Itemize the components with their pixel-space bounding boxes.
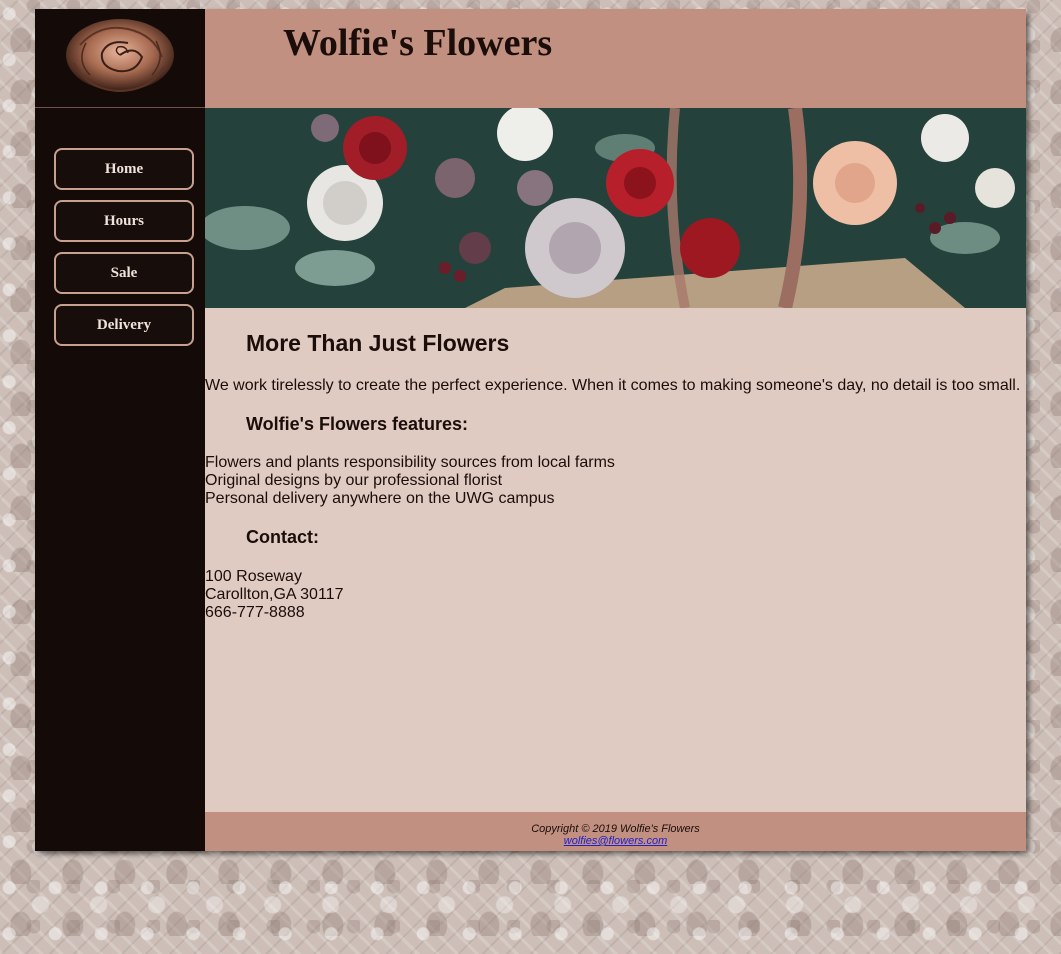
address-line: 100 Roseway (205, 568, 302, 585)
site-title: Wolfie's Flowers (283, 22, 553, 64)
side-nav: Home Hours Sale Delivery (35, 108, 205, 851)
nav-delivery-button[interactable]: Delivery (54, 304, 194, 346)
list-item: Personal delivery anywhere on the UWG ca… (205, 490, 555, 507)
features-heading: Wolfie's Flowers features: (246, 414, 469, 434)
email-link[interactable]: wolfies@flowers.com (205, 835, 1026, 847)
logo (35, 9, 205, 108)
page-wrapper: Wolfie's Flowers Home Hours Sale Deliver… (35, 9, 1026, 851)
rose-icon (66, 19, 174, 93)
phone-number: 666-777-8888 (205, 604, 305, 621)
site-header: Wolfie's Flowers (205, 9, 1026, 108)
site-footer: Copyright © 2019 Wolfie's Flowers wolfie… (205, 812, 1026, 851)
contact-heading: Contact: (246, 527, 319, 547)
main-heading: More Than Just Flowers (246, 330, 510, 356)
hero-banner (205, 108, 1026, 308)
copyright-text: Copyright © 2019 Wolfie's Flowers (531, 823, 700, 835)
intro-text: We work tirelessly to create the perfect… (205, 377, 1021, 394)
features-list: Flowers and plants responsibility source… (205, 454, 615, 508)
list-item: Flowers and plants responsibility source… (205, 454, 615, 471)
flower-basket-photo (205, 108, 1026, 308)
nav-home-button[interactable]: Home (54, 148, 194, 190)
contact-info: 100 Roseway Carollton,GA 30117 666-777-8… (205, 568, 343, 622)
main-content: More Than Just Flowers We work tirelessl… (205, 308, 1026, 812)
city-line: Carollton,GA 30117 (205, 586, 344, 603)
list-item: Original designs by our professional flo… (205, 472, 503, 489)
nav-sale-button[interactable]: Sale (54, 252, 194, 294)
nav-hours-button[interactable]: Hours (54, 200, 194, 242)
